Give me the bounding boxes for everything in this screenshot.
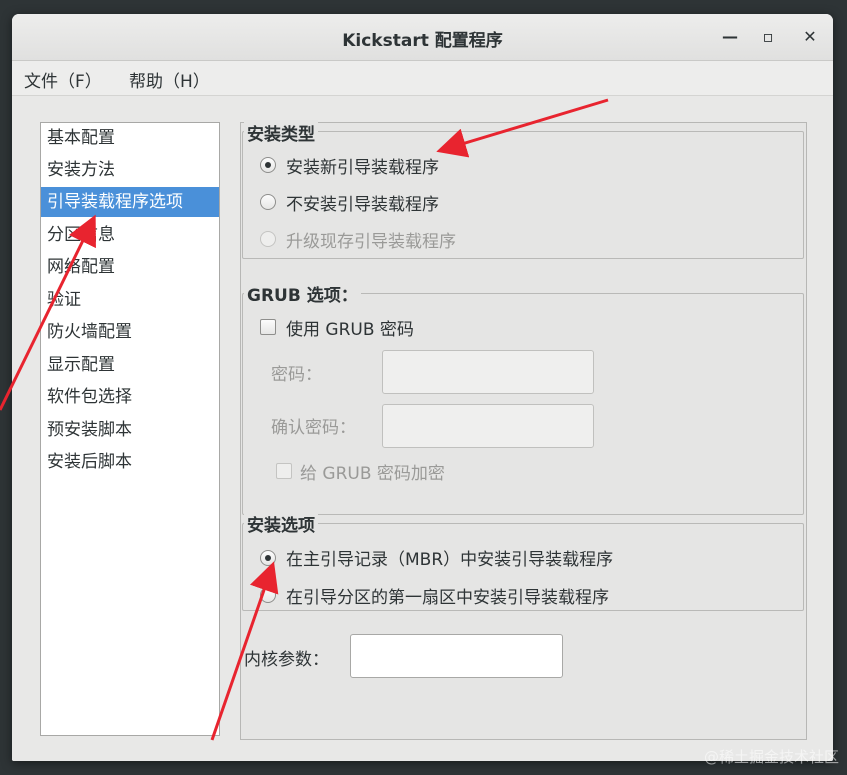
sidebar-item-packages[interactable]: 软件包选择: [41, 382, 219, 412]
radio-upgrade-bootloader: [260, 231, 276, 247]
encrypt-grub-password-checkbox: [276, 463, 292, 479]
confirm-password-label: 确认密码：: [271, 418, 356, 438]
content-area: 基本配置 安装方法 引导装载程序选项 分区信息 网络配置 验证 防火墙配置 显示…: [12, 96, 833, 761]
upgrade-bootloader-label: 升级现存引导装载程序: [286, 232, 456, 252]
install-options-title: 安装选项: [244, 511, 318, 536]
new-bootloader-label[interactable]: 安装新引导装载程序: [286, 153, 439, 178]
install-type-title: 安装类型: [244, 120, 318, 145]
kernel-params-label: 内核参数：: [244, 650, 329, 670]
use-grub-password-label[interactable]: 使用 GRUB 密码: [286, 315, 414, 340]
menu-file[interactable]: 文件（F）: [24, 67, 102, 92]
sidebar-item-display[interactable]: 显示配置: [41, 350, 219, 380]
grub-options-title: GRUB 选项：: [244, 281, 361, 306]
sidebar-item-firewall[interactable]: 防火墙配置: [41, 317, 219, 347]
confirm-password-field[interactable]: [382, 404, 594, 448]
kernel-params-input[interactable]: [350, 634, 563, 678]
password-label: 密码：: [271, 365, 322, 385]
radio-new-bootloader[interactable]: [260, 157, 276, 173]
category-list: 基本配置 安装方法 引导装载程序选项 分区信息 网络配置 验证 防火墙配置 显示…: [40, 122, 220, 736]
bootloader-options-panel: 安装类型 安装新引导装载程序 不安装引导装载程序 升级现存引导装载程序 GRUB…: [240, 120, 807, 740]
install-first-sector-label[interactable]: 在引导分区的第一扇区中安装引导装载程序: [286, 583, 609, 608]
radio-install-mbr[interactable]: [260, 550, 276, 566]
sidebar-item-post-script[interactable]: 安装后脚本: [41, 447, 219, 477]
window-title: Kickstart 配置程序: [342, 31, 503, 51]
sidebar-item-partition[interactable]: 分区信息: [41, 220, 219, 250]
watermark: @稀土掘金技术社区: [703, 748, 839, 766]
sidebar-item-pre-script[interactable]: 预安装脚本: [41, 415, 219, 445]
menu-bar: 文件（F） 帮助（H）: [12, 61, 833, 96]
no-bootloader-label[interactable]: 不安装引导装载程序: [286, 190, 439, 215]
radio-install-first-sector[interactable]: [260, 587, 276, 603]
sidebar-item-auth[interactable]: 验证: [41, 285, 219, 315]
menu-help[interactable]: 帮助（H）: [129, 67, 210, 92]
install-mbr-label[interactable]: 在主引导记录（MBR）中安装引导装载程序: [286, 545, 613, 570]
sidebar-item-network[interactable]: 网络配置: [41, 252, 219, 282]
encrypt-grub-password-label: 给 GRUB 密码加密: [300, 464, 445, 484]
password-field[interactable]: [382, 350, 594, 394]
sidebar-item-bootloader[interactable]: 引导装载程序选项: [41, 187, 219, 217]
app-window: Kickstart 配置程序 — ▫ ✕ 文件（F） 帮助（H） 基本配置 安装…: [12, 14, 833, 761]
title-bar: Kickstart 配置程序 — ▫ ✕: [12, 14, 833, 61]
use-grub-password-checkbox[interactable]: [260, 319, 276, 335]
minimize-icon[interactable]: —: [718, 25, 742, 49]
close-icon[interactable]: ✕: [798, 25, 822, 49]
sidebar-item-install-method[interactable]: 安装方法: [41, 155, 219, 185]
radio-no-bootloader[interactable]: [260, 194, 276, 210]
maximize-icon[interactable]: ▫: [756, 25, 780, 49]
sidebar-item-basic[interactable]: 基本配置: [41, 123, 219, 153]
